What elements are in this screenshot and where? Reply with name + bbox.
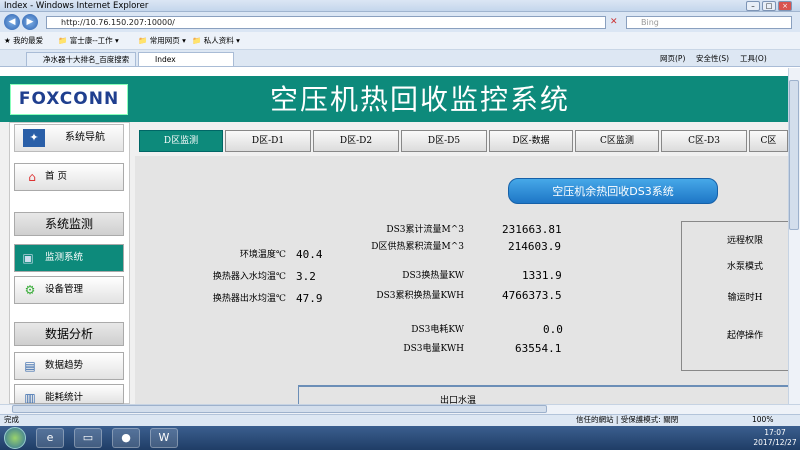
favorites-item-private[interactable]: 📁 私人资料 ▾ xyxy=(192,35,240,47)
label-start-stop: 起停操作 xyxy=(726,331,763,341)
gear-icon: ⚙ xyxy=(24,283,36,297)
metric-value-ds3-cum-flow: 231663.81 xyxy=(502,223,562,236)
address-bar-row: ◀ ▶ http://10.76.150.207:10000/ ✕ Bing xyxy=(0,12,800,32)
system-title-button[interactable]: 空压机余热回收DS3系统 xyxy=(508,178,718,204)
sidebar-item-energy-stats[interactable]: ▥ 能耗统计 xyxy=(14,384,124,404)
menu-safety[interactable]: 安全性(S) xyxy=(696,53,729,65)
metric-value-ds3-heat-exchange: 1331.9 xyxy=(522,269,562,282)
sidebar-item-device-mgmt[interactable]: ⚙ 设备管理 xyxy=(14,276,124,304)
sidebar-section-monitor: 系统监测 xyxy=(14,212,124,236)
browser-tab-index[interactable]: Index xyxy=(138,52,234,66)
metric-value-ds3-energy: 63554.1 xyxy=(515,342,562,355)
word-taskbar-icon[interactable]: W xyxy=(150,428,178,448)
clock-time: 17:07 xyxy=(764,428,786,437)
bar-chart-icon: ▥ xyxy=(24,391,36,404)
browser-tab-row: 净水器十大排名_百度搜索 Index 网页(P) 安全性(S) 工具(O) xyxy=(0,50,800,67)
app-taskbar-icon[interactable]: ● xyxy=(112,428,140,448)
metric-value-ambient-temp: 40.4 xyxy=(296,248,323,261)
metric-label-ambient-temp: 环境温度℃ xyxy=(239,250,286,260)
favorites-bar: ★ 我的最爱 📁 富士康--工作 ▾ 📁 常用网页 ▾ 📁 私人资料 ▾ xyxy=(0,32,800,50)
metric-label-ds3-power: DS3电耗KW xyxy=(411,325,464,335)
metric-label-ds3-energy: DS3电量KWH xyxy=(403,344,464,354)
home-icon: ⌂ xyxy=(28,170,36,184)
metric-value-ds3-cum-heat: 4766373.5 xyxy=(502,289,562,302)
tab-d-monitor[interactable]: D区监测 xyxy=(139,130,223,152)
monitor-icon: ▣ xyxy=(22,251,34,265)
status-zone: 信任的網站 | 受保護模式: 關閉 xyxy=(576,415,679,424)
back-icon[interactable]: ◀ xyxy=(4,14,20,30)
metric-value-inlet-temp: 3.2 xyxy=(296,270,316,283)
label-pump-mode: 水泵模式 xyxy=(726,262,763,272)
sidebar-nav-header: ✦ 系统导航 xyxy=(14,124,124,152)
sidebar-section-analysis: 数据分析 xyxy=(14,322,124,346)
label-run-hours: 输运时H xyxy=(727,293,763,303)
minimize-icon[interactable]: – xyxy=(746,1,760,11)
start-button[interactable] xyxy=(4,427,26,449)
window-title: Index - Windows Internet Explorer xyxy=(4,1,149,11)
refresh-icon[interactable]: ✕ xyxy=(610,17,618,27)
tab-c-monitor[interactable]: C区监测 xyxy=(575,130,659,152)
ie-taskbar-icon[interactable]: e xyxy=(36,428,64,448)
browser-tab-search[interactable]: 净水器十大排名_百度搜索 xyxy=(26,52,136,66)
status-bar xyxy=(0,414,800,426)
tab-d-data[interactable]: D区-数据 xyxy=(489,130,573,152)
tab-c-d3[interactable]: C区-D3 xyxy=(661,130,747,152)
tab-d-d1[interactable]: D区-D1 xyxy=(225,130,311,152)
close-icon[interactable]: × xyxy=(778,1,792,11)
status-text: 完成 xyxy=(4,415,19,424)
metric-label-ds3-cum-heat: DS3累积换热量KWH xyxy=(376,291,464,301)
horizontal-scroll-thumb[interactable] xyxy=(12,405,547,413)
sidebar-item-data-trend[interactable]: ▤ 数据趋势 xyxy=(14,352,124,380)
zoom-level[interactable]: 100% xyxy=(752,414,773,426)
tab-c-more[interactable]: C区 xyxy=(749,130,788,152)
metric-value-ds3-power: 0.0 xyxy=(543,323,563,336)
metric-value-outlet-temp: 47.9 xyxy=(296,292,323,305)
menu-tools[interactable]: 工具(O) xyxy=(740,53,767,65)
folder-taskbar-icon[interactable]: ▭ xyxy=(74,428,102,448)
metric-label-d-heating-flow: D区供热累积流量M^3 xyxy=(371,242,464,252)
metric-label-ds3-heat-exchange: DS3换热量KW xyxy=(402,271,464,281)
chart-icon: ▤ xyxy=(24,359,36,373)
window-title-bar: Index - Windows Internet Explorer – □ × xyxy=(0,0,800,12)
maximize-icon[interactable]: □ xyxy=(762,1,776,11)
tab-d-d5[interactable]: D区-D5 xyxy=(401,130,487,152)
page-title: 空压机热回收监控系统 xyxy=(269,83,570,116)
compass-icon: ✦ xyxy=(23,129,45,147)
metric-value-d-heating-flow: 214603.9 xyxy=(508,240,561,253)
tab-d-d2[interactable]: D区-D2 xyxy=(313,130,399,152)
metric-label-inlet-temp: 换热器入水均温℃ xyxy=(212,272,286,282)
clock-date: 2017/12/27 xyxy=(753,438,797,447)
sidebar-item-home[interactable]: ⌂ 首 页 xyxy=(14,163,124,191)
vertical-scroll-thumb[interactable] xyxy=(789,80,799,230)
metric-label-ds3-cum-flow: DS3累计流量M^3 xyxy=(386,225,464,235)
diagram-frame xyxy=(298,385,800,405)
favorites-item-work[interactable]: 📁 富士康--工作 ▾ xyxy=(58,35,119,47)
sidebar-item-monitor-system[interactable]: ▣ 监测系统 xyxy=(14,244,124,272)
search-input[interactable]: Bing xyxy=(626,16,792,29)
metric-label-outlet-temp: 换热器出水均温℃ xyxy=(212,294,286,304)
forward-icon[interactable]: ▶ xyxy=(22,14,38,30)
favorites-button[interactable]: ★ 我的最爱 xyxy=(4,35,43,47)
foxconn-logo: FOXCONN xyxy=(10,84,128,115)
label-remote-permission: 远程权限 xyxy=(726,236,763,246)
menu-page[interactable]: 网页(P) xyxy=(660,53,685,65)
url-input[interactable]: http://10.76.150.207:10000/ xyxy=(46,16,606,29)
favorites-item-common[interactable]: 📁 常用网页 ▾ xyxy=(138,35,186,47)
